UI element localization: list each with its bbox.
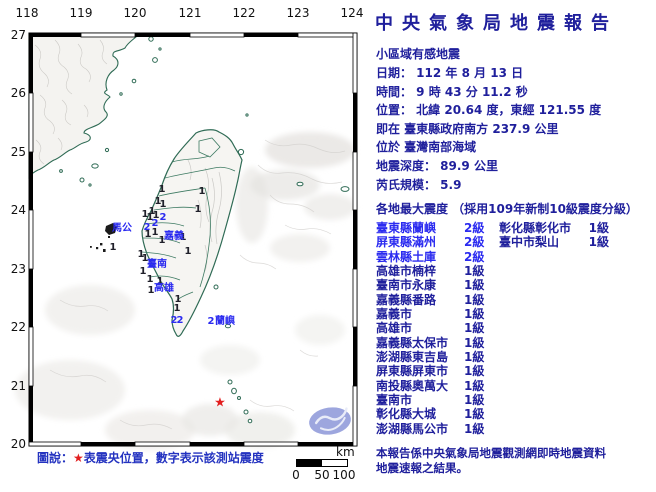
intensity-location: 嘉義縣番路	[376, 293, 464, 307]
intensity-location: 嘉義市	[376, 307, 464, 321]
intensity-value: 1級	[464, 407, 484, 421]
intensity-location: 彰化縣彰化市	[499, 221, 589, 235]
intensity-column-right: 彰化縣彰化市1級臺中市梨山1級	[499, 221, 609, 436]
intensity-columns: 臺東縣蘭嶼2級屏東縣滿州2級雲林縣土庫2級高雄市楠梓1級臺南市永康1級嘉義縣番路…	[376, 221, 609, 436]
report-subtitle: 小區域有感地震	[376, 45, 460, 62]
intensity-row: 臺南市1級	[376, 393, 499, 407]
scale-bar	[296, 459, 348, 467]
intensity-location: 澎湖縣馬公市	[376, 422, 464, 436]
intensity-value: 1級	[464, 321, 484, 335]
footer-line: 本報告係中央氣象局地震觀測網即時地震資料	[376, 446, 606, 461]
intensity-value: 1級	[464, 307, 484, 321]
epicenter-star-icon: ★	[73, 451, 84, 465]
info-line: 地震深度： 89.9 公里	[376, 157, 601, 176]
intensity-row: 臺中市梨山1級	[499, 235, 609, 249]
intensity-value: 2級	[464, 235, 484, 249]
intensity-value: 1級	[464, 264, 484, 278]
intensity-location: 高雄市	[376, 321, 464, 335]
map-panel: 1181191201211221231242726252423222120 11…	[0, 0, 370, 492]
intensity-value: 1級	[464, 422, 484, 436]
scalebar-tick-50: 50	[314, 468, 329, 482]
legend-text: 表震央位置，數字表示該測站震度	[84, 451, 264, 465]
scalebar-black-half	[297, 460, 322, 466]
info-line: 即在 臺東縣政府南方 237.9 公里	[376, 120, 601, 139]
intensity-row: 屏東縣屏東市1級	[376, 364, 499, 378]
intensity-row: 屏東縣滿州2級	[376, 235, 499, 249]
intensity-row: 高雄市楠梓1級	[376, 264, 499, 278]
intensity-value: 2級	[464, 250, 484, 264]
intensity-location: 屏東縣屏東市	[376, 364, 464, 378]
intensity-row: 雲林縣土庫2級	[376, 250, 499, 264]
intensity-location: 高雄市楠梓	[376, 264, 464, 278]
intensity-location: 臺東縣蘭嶼	[376, 221, 464, 235]
intensity-location: 臺南市永康	[376, 278, 464, 292]
legend-prefix: 圖說：	[37, 451, 73, 465]
intensity-location: 南投縣奧萬大	[376, 379, 464, 393]
report-info-lines: 日期： 112 年 8 月 13 日時間： 9 時 43 分 11.2 秒位置：…	[376, 64, 601, 194]
intensity-row: 臺東縣蘭嶼2級	[376, 221, 499, 235]
info-line: 日期： 112 年 8 月 13 日	[376, 64, 601, 83]
intensity-row: 澎湖縣東吉島1級	[376, 350, 499, 364]
intensity-row: 澎湖縣馬公市1級	[376, 422, 499, 436]
intensity-row: 南投縣奧萬大1級	[376, 379, 499, 393]
intensity-value: 1級	[464, 336, 484, 350]
scalebar-white-half	[322, 460, 347, 466]
info-line: 芮氏規模： 5.9	[376, 176, 601, 195]
intensity-column-left: 臺東縣蘭嶼2級屏東縣滿州2級雲林縣土庫2級高雄市楠梓1級臺南市永康1級嘉義縣番路…	[376, 221, 499, 436]
intensity-location: 臺南市	[376, 393, 464, 407]
report-footer: 本報告係中央氣象局地震觀測網即時地震資料地震速報之結果。	[376, 446, 606, 475]
intensity-value: 1級	[464, 393, 484, 407]
intensity-row: 嘉義縣太保市1級	[376, 336, 499, 350]
info-line: 位於 臺灣南部海域	[376, 138, 601, 157]
intensity-location: 雲林縣土庫	[376, 250, 464, 264]
intensity-location: 臺中市梨山	[499, 235, 589, 249]
intensity-value: 1級	[464, 350, 484, 364]
intensity-location: 彰化縣大城	[376, 407, 464, 421]
intensity-row: 嘉義市1級	[376, 307, 499, 321]
intensity-value: 1級	[589, 221, 609, 235]
intensity-location: 嘉義縣太保市	[376, 336, 464, 350]
intensity-row: 嘉義縣番路1級	[376, 293, 499, 307]
map-legend: 圖說：★表震央位置，數字表示該測站震度	[37, 449, 264, 466]
intensity-location: 澎湖縣東吉島	[376, 350, 464, 364]
taiwan-map	[0, 0, 370, 492]
intensity-value: 1級	[589, 235, 609, 249]
scalebar-unit: km	[336, 445, 355, 459]
intensity-value: 1級	[464, 278, 484, 292]
scalebar-tick-0: 0	[292, 468, 300, 482]
intensity-header: 各地最大震度 （採用109年新制10級震度分級）	[376, 200, 638, 217]
intensity-value: 1級	[464, 364, 484, 378]
intensity-value: 1級	[464, 379, 484, 393]
earthquake-report-page: 1181191201211221231242726252423222120 11…	[0, 0, 656, 492]
info-line: 位置： 北緯 20.64 度，東經 121.55 度	[376, 101, 601, 120]
intensity-row: 彰化縣彰化市1級	[499, 221, 609, 235]
intensity-location: 屏東縣滿州	[376, 235, 464, 249]
intensity-value: 1級	[464, 293, 484, 307]
intensity-value: 2級	[464, 221, 484, 235]
scalebar-tick-100: 100	[333, 468, 356, 482]
footer-line: 地震速報之結果。	[376, 461, 606, 476]
info-line: 時間： 9 時 43 分 11.2 秒	[376, 83, 601, 102]
intensity-row: 彰化縣大城1級	[376, 407, 499, 421]
report-panel: 中央氣象局地震報告 小區域有感地震 日期： 112 年 8 月 13 日時間： …	[372, 0, 656, 492]
intensity-row: 臺南市永康1級	[376, 278, 499, 292]
report-title: 中央氣象局地震報告	[375, 9, 618, 35]
intensity-row: 高雄市1級	[376, 321, 499, 335]
